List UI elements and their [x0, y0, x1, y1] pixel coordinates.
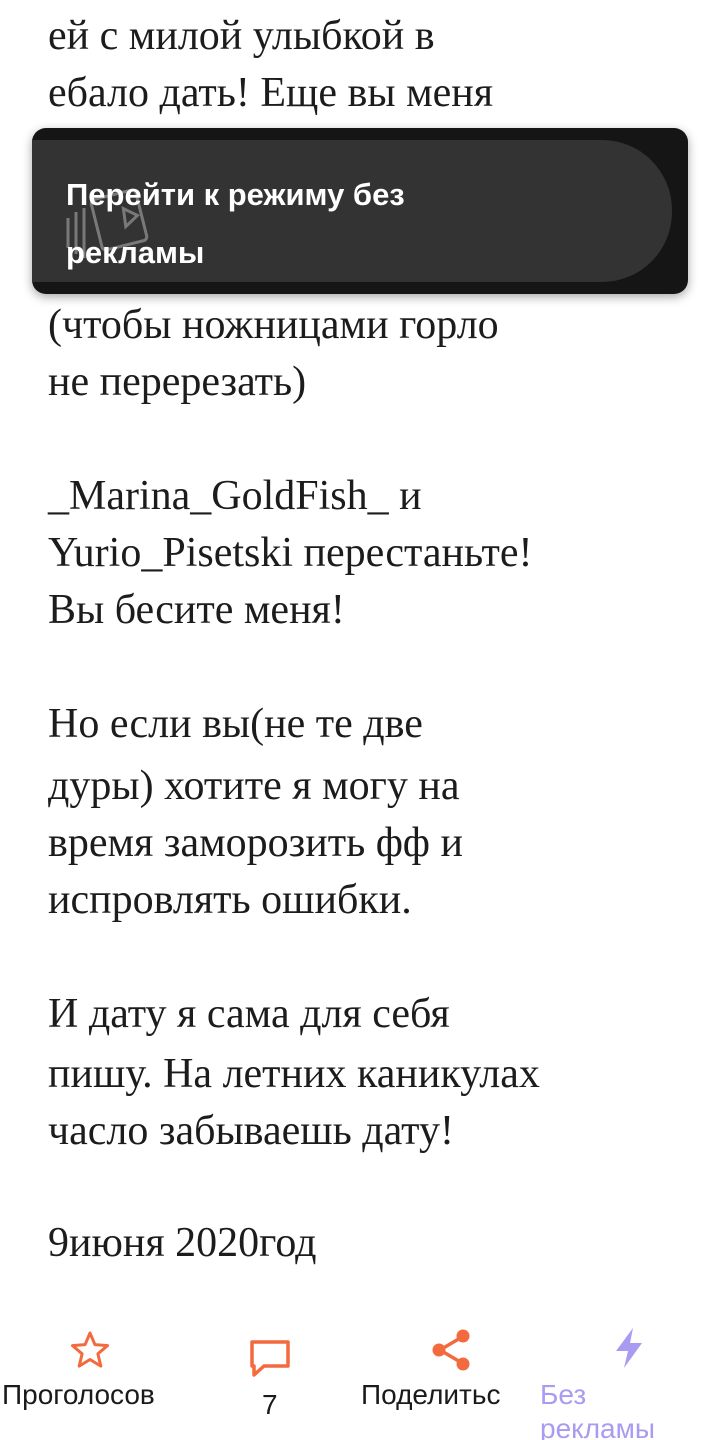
- story-line: _Marina_GoldFish_ и: [48, 473, 422, 519]
- story-line: Но если вы(не те две: [48, 701, 423, 747]
- story-line: И дату я сама для себя: [48, 991, 450, 1037]
- no-ads-label: рекламы: [540, 1413, 655, 1440]
- story-line: (чтобы ножницами горло: [48, 302, 499, 348]
- vote-label: Проголосов: [2, 1379, 155, 1410]
- share-button[interactable]: Поделитьс: [358, 1312, 528, 1440]
- share-label: Поделитьс: [361, 1379, 501, 1410]
- story-line: ебало дать! Еще вы меня: [48, 70, 494, 116]
- toast-message: Перейти к режиму без рекламы: [66, 166, 586, 282]
- story-line: пишу. На летних каникулах: [48, 1051, 540, 1097]
- story-line: время заморозить фф и: [48, 820, 463, 866]
- comment-icon: [248, 1338, 292, 1384]
- vote-button[interactable]: Проголосов: [0, 1312, 180, 1440]
- no-ads-label: Без: [540, 1379, 587, 1410]
- toast-line: рекламы: [66, 235, 205, 270]
- lightning-icon: [612, 1326, 646, 1374]
- toast-body[interactable]: Перейти к режиму без рекламы: [32, 140, 672, 282]
- no-ads-button[interactable]: Без рекламы: [540, 1312, 720, 1440]
- story-line: ей с милой улыбкой в: [48, 13, 435, 59]
- story-line: не перерезать): [48, 359, 307, 405]
- story-line: дуры) хотите я могу на: [48, 763, 460, 809]
- star-icon: [70, 1330, 110, 1374]
- bottom-action-bar: Проголосов 7 Поделитьс Без рекламы: [0, 1312, 720, 1440]
- comments-button[interactable]: 7: [230, 1312, 310, 1440]
- comments-count: 7: [262, 1389, 278, 1420]
- share-icon: [430, 1328, 472, 1376]
- story-line: Вы бесите меня!: [48, 587, 345, 633]
- story-line: 9июня 2020год: [48, 1220, 317, 1266]
- story-line: Yurio_Pisetski перестаньте!: [48, 530, 533, 576]
- no-ads-toast[interactable]: Перейти к режиму без рекламы: [32, 128, 688, 294]
- toast-line: Перейти к режиму без: [66, 177, 405, 212]
- story-line: испровлять ошибки.: [48, 877, 412, 923]
- story-line: часло забываешь дату!: [48, 1108, 454, 1154]
